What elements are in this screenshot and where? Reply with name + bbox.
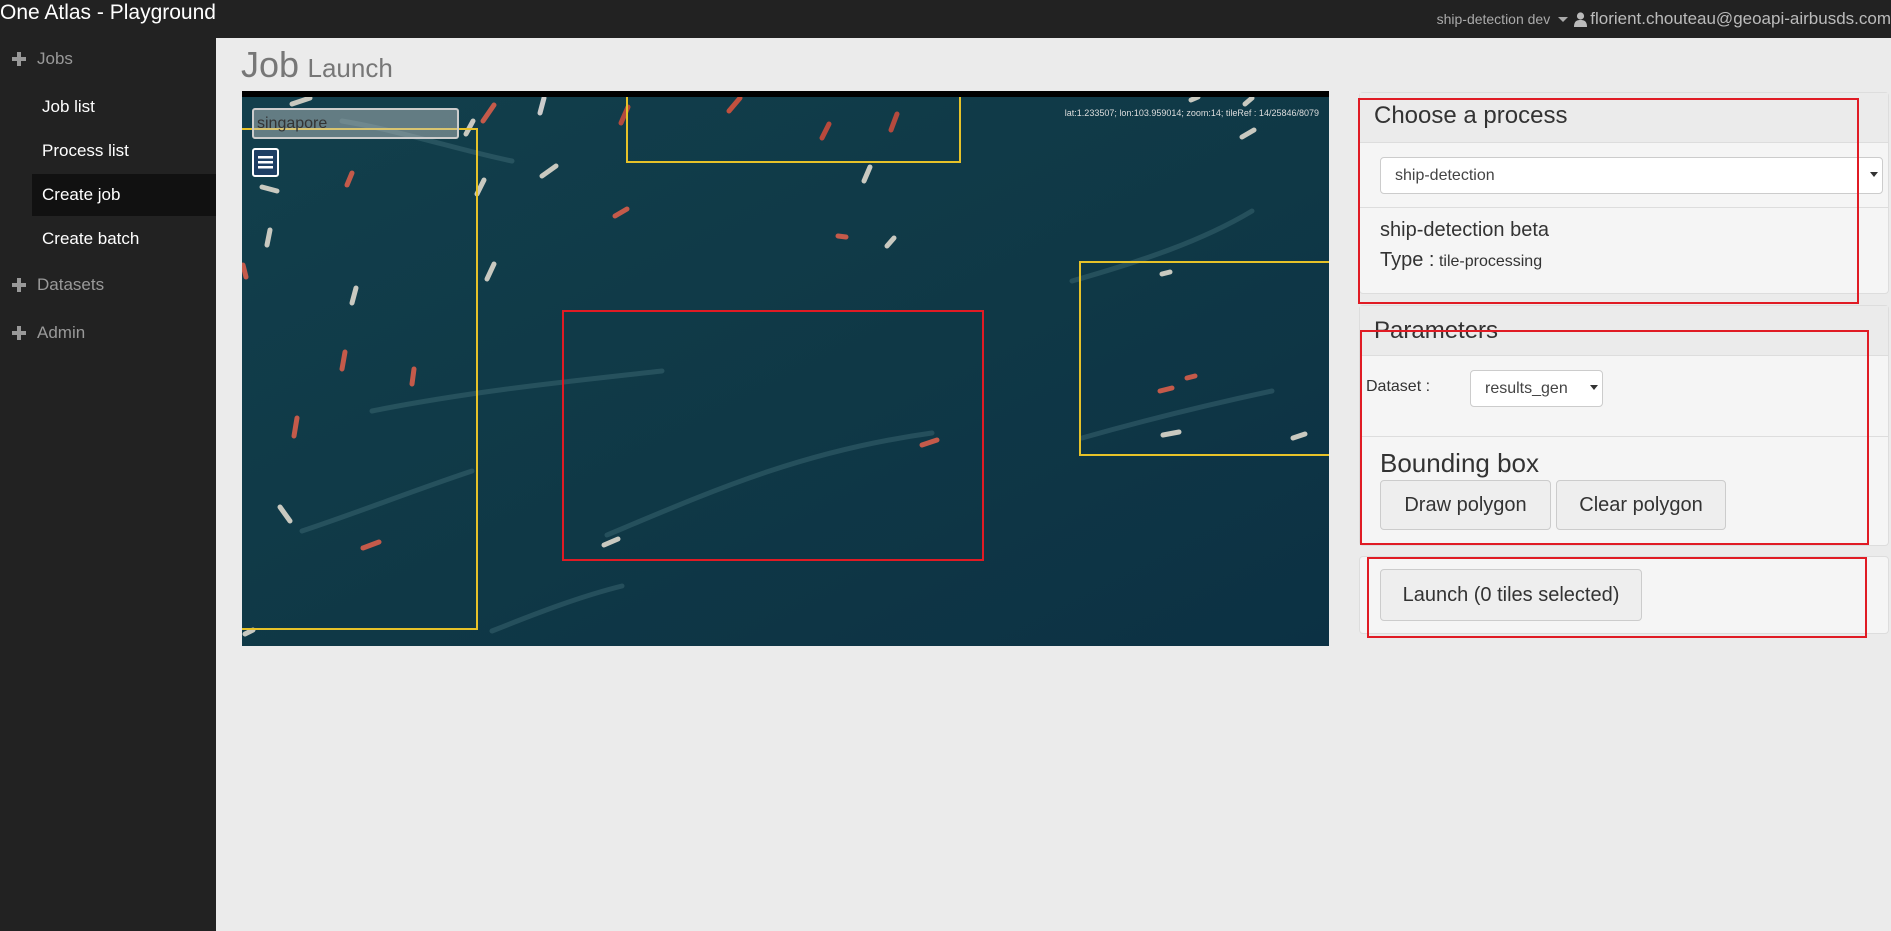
environment-dropdown[interactable]: ship-detection dev	[1437, 11, 1569, 27]
launch-button[interactable]: Launch (0 tiles selected)	[1380, 569, 1642, 621]
sidebar-group-label: Admin	[37, 323, 86, 342]
plus-icon	[12, 52, 26, 66]
page-title-main: Job	[241, 44, 300, 85]
caret-down-icon	[1870, 172, 1878, 177]
plus-icon	[12, 326, 26, 340]
sidebar-group-admin[interactable]: Admin	[0, 323, 85, 343]
user-email: florient.chouteau@geoapi-airbusds.com	[1590, 9, 1891, 28]
page-title: Job Launch	[241, 44, 393, 86]
sidebar-item-job-list[interactable]: Job list	[32, 86, 216, 128]
user-icon	[1574, 11, 1588, 27]
panel-title: Parameters	[1374, 317, 1499, 344]
launch-panel: Launch (0 tiles selected)	[1359, 556, 1889, 634]
navbar-right: ship-detection dev florient.chouteau@geo…	[1437, 0, 1891, 38]
process-panel: Choose a process ship-detection ship-det…	[1359, 92, 1889, 294]
sidebar-group-label: Jobs	[37, 49, 73, 68]
sidebar-group-label: Datasets	[37, 275, 105, 294]
sidebar-group-jobs[interactable]: Jobs	[0, 49, 73, 69]
bounding-box-title: Bounding box	[1380, 448, 1540, 478]
user-menu[interactable]: florient.chouteau@geoapi-airbusds.com	[1574, 9, 1891, 29]
sidebar-item-create-job[interactable]: Create job	[32, 174, 216, 216]
sidebar-item-process-list[interactable]: Process list	[32, 130, 216, 172]
process-type: Type : tile-processing	[1380, 249, 1542, 272]
dataset-select[interactable]: results_gen	[1470, 370, 1603, 407]
dataset-select-value: results_gen	[1485, 379, 1568, 397]
page-title-sub: Launch	[307, 53, 393, 83]
menu-icon	[258, 156, 273, 169]
process-select-value: ship-detection	[1395, 166, 1495, 184]
sidebar-item-create-batch[interactable]: Create batch	[32, 218, 216, 260]
environment-label: ship-detection dev	[1436, 11, 1551, 27]
draw-polygon-button[interactable]: Draw polygon	[1380, 480, 1551, 530]
process-type-value: tile-processing	[1438, 253, 1543, 270]
caret-down-icon	[1558, 16, 1569, 22]
process-name: ship-detection beta	[1380, 219, 1550, 241]
layers-menu-button[interactable]	[252, 148, 279, 177]
divider	[1360, 436, 1888, 437]
top-navbar: One Atlas - Playground ship-detection de…	[0, 0, 1891, 38]
map-coordinates: lat:1.233507; lon:103.959014; zoom:14; t…	[1064, 108, 1319, 118]
sidebar: Jobs Job list Process list Create job Cr…	[0, 38, 216, 931]
process-select[interactable]: ship-detection	[1380, 157, 1883, 194]
parameters-panel: Parameters Dataset : results_gen Boundin…	[1359, 305, 1889, 546]
divider	[1360, 207, 1888, 208]
map-top-border	[242, 91, 1329, 97]
map-view[interactable]: lat:1.233507; lon:103.959014; zoom:14; t…	[242, 91, 1329, 646]
satellite-imagery	[242, 91, 1329, 646]
caret-down-icon	[1590, 385, 1598, 390]
app-title[interactable]: One Atlas - Playground	[0, 1, 216, 25]
plus-icon	[12, 278, 26, 292]
process-panel-heading: Choose a process	[1360, 93, 1888, 143]
clear-polygon-button[interactable]: Clear polygon	[1556, 480, 1726, 530]
process-type-label: Type :	[1380, 249, 1435, 271]
map-search-input[interactable]	[252, 108, 459, 139]
parameters-panel-heading: Parameters	[1360, 306, 1888, 356]
dataset-label: Dataset :	[1366, 378, 1431, 395]
sidebar-group-datasets[interactable]: Datasets	[0, 275, 104, 295]
panel-title: Choose a process	[1374, 102, 1568, 129]
